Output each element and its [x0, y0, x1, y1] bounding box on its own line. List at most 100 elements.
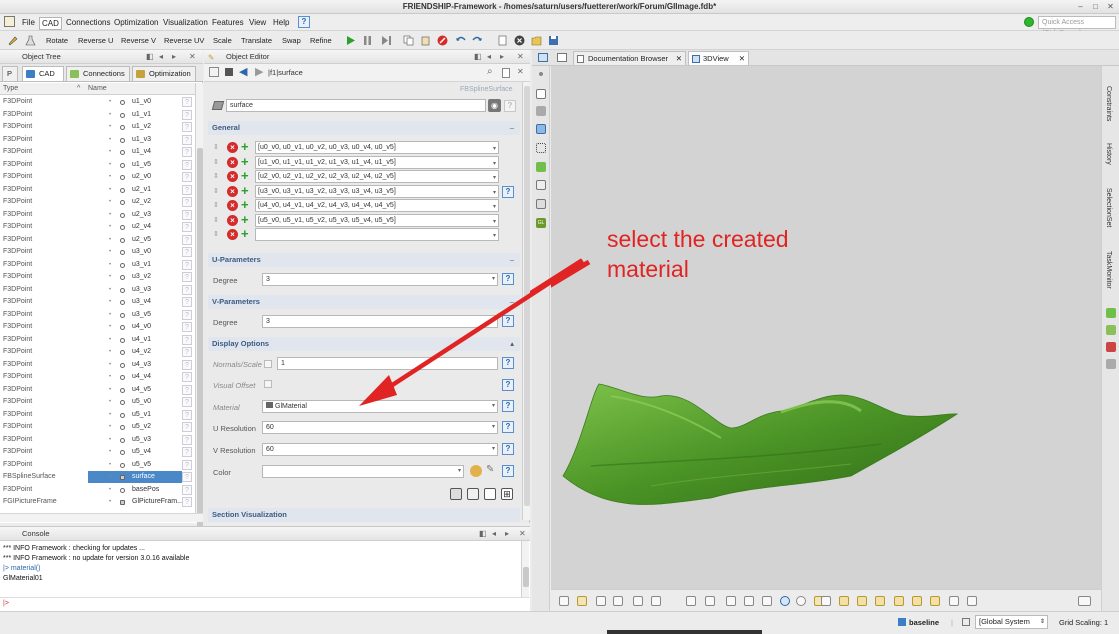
view-negy-icon[interactable] [912, 596, 922, 606]
redo-icon[interactable] [472, 35, 483, 46]
view-plus-icon[interactable] [726, 596, 736, 606]
chevron-down-icon[interactable]: ▾ [493, 174, 496, 181]
tab-optimization[interactable]: Optimization [132, 66, 196, 81]
tree-row[interactable]: F3DPoint • u5_v2? [0, 421, 195, 434]
menu-cad[interactable]: CAD [39, 17, 62, 30]
add-icon[interactable]: + [241, 155, 249, 168]
tree-row[interactable]: F3DPoint • u2_v0? [0, 171, 195, 184]
search-icon[interactable]: ⌕ [487, 66, 493, 77]
coordinate-system-dropdown[interactable]: [Global System ⇕ [975, 615, 1048, 629]
view-grid-icon[interactable] [744, 596, 754, 606]
copy-tool-icon[interactable] [536, 180, 546, 190]
tree-row[interactable]: F3DPoint • u1_v0? [0, 96, 195, 109]
tree-row[interactable]: FBSplineSurface • surface? [0, 471, 195, 484]
back-icon[interactable]: ◂ [159, 50, 163, 64]
menu-view[interactable]: View [247, 17, 268, 28]
help-icon[interactable]: ? [182, 172, 192, 182]
view-negx-icon[interactable] [894, 596, 904, 606]
tab-selectionset[interactable]: SelectionSet [1105, 188, 1112, 227]
shaded-icon[interactable] [450, 488, 462, 500]
console-scrollbar-thumb[interactable] [523, 567, 529, 587]
help-icon[interactable]: ? [182, 484, 192, 495]
reverse-u-button[interactable]: Reverse U [78, 36, 113, 46]
tree-row[interactable]: F3DPoint • u2_v3? [0, 209, 195, 222]
flask-icon[interactable] [25, 35, 36, 46]
remove-icon[interactable]: × [227, 142, 238, 153]
menu-help[interactable]: Help [271, 17, 291, 28]
tree-row[interactable]: F3DPoint • u5_v5? [0, 459, 195, 472]
u-resolution-field[interactable]: 60 ▾ [262, 421, 498, 434]
section-visualization[interactable]: Section Visualization [208, 508, 520, 522]
help-icon[interactable]: ? [182, 147, 192, 157]
chevron-down-icon[interactable]: ▾ [493, 160, 496, 167]
chevron-down-icon[interactable]: ▾ [493, 218, 496, 225]
help-icon[interactable]: ? [182, 447, 192, 457]
view-shade-icon[interactable] [633, 596, 643, 606]
view-layout-icon[interactable] [967, 596, 977, 606]
add-icon[interactable]: + [241, 227, 249, 240]
palette-icon[interactable] [470, 465, 482, 477]
forward-icon[interactable]: ▸ [172, 50, 176, 64]
help-icon[interactable]: ? [182, 347, 192, 357]
layout-icon[interactable] [557, 53, 567, 62]
tree-row[interactable]: F3DPoint • u3_v0? [0, 246, 195, 259]
help-icon[interactable]: ? [182, 359, 192, 370]
eye-icon[interactable]: ◉ [488, 99, 501, 112]
dot-icon[interactable] [539, 72, 543, 76]
green-cube-icon[interactable] [1106, 308, 1116, 318]
help-icon[interactable]: ? [182, 397, 192, 407]
remove-icon[interactable]: × [227, 171, 238, 182]
help-icon[interactable]: ? [182, 284, 192, 295]
column-name[interactable]: Name [88, 83, 107, 94]
maximize-icon[interactable]: □ [1091, 2, 1100, 11]
view-negz-icon[interactable] [930, 596, 940, 606]
control-row-value[interactable]: [u4_v0, u4_v1, u4_v2, u4_v3, u4_v4, u4_v… [255, 199, 499, 212]
view-target-icon[interactable] [559, 596, 569, 606]
chevron-down-icon[interactable]: ▾ [493, 203, 496, 210]
pencil-icon[interactable] [7, 35, 18, 46]
stop-square-icon[interactable] [225, 68, 233, 76]
tree-scrollbar[interactable] [195, 83, 203, 528]
tab-cad[interactable]: CAD [22, 66, 64, 81]
help-icon[interactable]: ? [182, 372, 192, 382]
add-icon[interactable]: + [241, 213, 249, 226]
forward-icon[interactable]: ▸ [505, 527, 509, 541]
pick-icon[interactable] [209, 67, 219, 77]
quick-access-input[interactable]: Quick Access (Ctrl+Space) [1038, 16, 1116, 37]
undo-icon[interactable] [455, 35, 466, 46]
tree-row[interactable]: F3DPoint • u3_v3? [0, 284, 195, 297]
reverse-v-button[interactable]: Reverse V [121, 36, 156, 46]
add-icon[interactable]: + [241, 140, 249, 153]
chevron-down-icon[interactable]: ▾ [493, 189, 496, 196]
curve-icon[interactable] [536, 89, 546, 99]
visual-offset-checkbox[interactable] [264, 380, 272, 388]
forward-icon[interactable]: ▸ [500, 50, 504, 64]
float-icon[interactable]: ◧ [146, 50, 154, 64]
cut-icon[interactable] [536, 124, 546, 134]
remove-icon[interactable]: × [227, 214, 238, 226]
tree-row[interactable]: FGIPictureFrame • GlPictureFram...? [0, 496, 195, 509]
v-resolution-field[interactable]: 60 ▾ [262, 443, 498, 456]
outline-icon[interactable] [484, 488, 496, 500]
remove-icon[interactable]: × [227, 229, 238, 240]
help-icon[interactable]: ? [182, 384, 192, 395]
copy-icon[interactable] [403, 35, 414, 46]
control-row-value[interactable] [255, 228, 499, 241]
tab-constraints[interactable]: Constraints [1105, 86, 1112, 121]
help-icon[interactable]: ? [182, 459, 192, 470]
chevron-down-icon[interactable]: ▾ [493, 145, 496, 152]
help-icon[interactable]: ? [182, 97, 192, 107]
chevron-down-icon[interactable]: ▾ [493, 232, 496, 239]
close-icon[interactable]: ✕ [519, 527, 526, 541]
gl-icon[interactable]: GL [536, 218, 546, 228]
close-icon[interactable]: ✕ [189, 50, 196, 64]
sort-icon[interactable]: ^ [77, 83, 80, 94]
refine-button[interactable]: Refine [310, 36, 332, 46]
menu-features[interactable]: Features [210, 17, 246, 28]
view-z-icon[interactable] [875, 596, 885, 606]
window-icon[interactable] [538, 53, 548, 62]
step-icon[interactable] [381, 35, 392, 46]
drag-handle-icon[interactable]: ⇕ [213, 172, 219, 180]
console-scrollbar[interactable] [521, 541, 529, 597]
tree-row[interactable]: F3DPoint • u1_v3? [0, 134, 195, 147]
